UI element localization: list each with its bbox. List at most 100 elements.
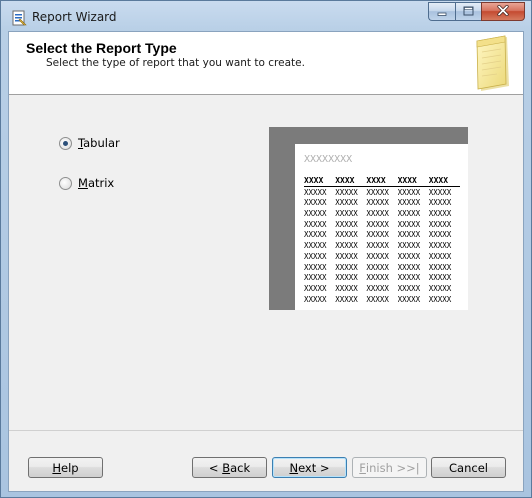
report-preview: XXXXXXXX XXXX XXXX XXXX XXXX XXXX XXXXX XXXXX X…: [269, 127, 468, 310]
matrix-access-key: M: [78, 176, 88, 190]
preview-cell: XXXXX: [304, 187, 327, 197]
preview-cell: XXXXX: [304, 294, 327, 304]
preview-header-cell: XXXX: [428, 176, 449, 185]
radio-matrix-label[interactable]: Matrix: [78, 176, 114, 190]
preview-row: XXXXX XXXXX XXXXX XXXXX XXXXX: [304, 230, 460, 241]
preview-row: XXXXX XXXXX XXXXX XXXXX XXXXX: [304, 284, 460, 295]
preview-cell: XXXXX: [428, 283, 452, 293]
preview-row: XXXXX XXXXX XXXXX XXXXX XXXXX: [304, 263, 460, 274]
preview-grid: XXXX XXXX XXXX XXXX XXXX XXXXX XXXXX XXXXX XXXXX…: [304, 176, 460, 305]
preview-cell: XXXXX: [397, 262, 421, 272]
preview-header-row: XXXX XXXX XXXX XXXX XXXX: [304, 176, 460, 187]
preview-cell: XXXXX: [366, 187, 389, 197]
finish-label-rest: inish >>|: [365, 460, 420, 475]
preview-cell: XXXXX: [366, 283, 389, 293]
preview-cell: XXXXX: [304, 262, 327, 272]
wizard-footer: Help < Back Next > Finish >>| Cancel: [9, 430, 523, 491]
preview-cell: XXXXX: [335, 209, 358, 219]
page-title: Select the Report Type: [26, 40, 177, 56]
close-icon: [497, 4, 509, 19]
preview-cell: XXXXX: [397, 230, 421, 240]
cancel-button[interactable]: Cancel: [431, 457, 506, 478]
preview-cell: XXXXX: [397, 187, 421, 197]
preview-cell: XXXXX: [428, 241, 452, 251]
preview-cell: XXXXX: [397, 209, 421, 219]
report-wizard-icon: [11, 10, 27, 26]
preview-header-cell: XXXX: [366, 176, 386, 185]
preview-title: XXXXXXXX: [304, 154, 353, 165]
radio-selected-dot: [63, 140, 68, 146]
radio-tabular[interactable]: Tabular: [59, 136, 120, 150]
help-access-key: H: [52, 460, 62, 475]
preview-cell: XXXXX: [397, 241, 421, 251]
radio-matrix-button[interactable]: [59, 176, 72, 190]
preview-cell: XXXXX: [366, 294, 389, 304]
preview-cell: XXXXX: [397, 251, 421, 261]
radio-matrix[interactable]: Matrix: [59, 176, 114, 190]
back-access-key: B: [222, 460, 231, 475]
preview-cell: XXXXX: [304, 230, 327, 240]
minimize-button[interactable]: [428, 2, 455, 21]
preview-page: XXXXXXXX XXXX XXXX XXXX XXXX XXXX XXXXX XXXXX X…: [295, 144, 468, 310]
preview-cell: XXXXX: [335, 187, 358, 197]
minimize-icon: [437, 5, 447, 19]
preview-header-cell: XXXX: [397, 176, 417, 185]
next-button[interactable]: Next >: [272, 457, 347, 478]
preview-cell: XXXXX: [304, 209, 327, 219]
preview-row: XXXXX XXXXX XXXXX XXXXX XXXXX: [304, 273, 460, 284]
maximize-icon: [463, 5, 474, 19]
cancel-label: Cancel: [449, 460, 488, 475]
preview-cell: XXXXX: [366, 251, 389, 261]
preview-cell: XXXXX: [428, 273, 452, 283]
back-button[interactable]: < Back: [192, 457, 267, 478]
preview-cell: XXXXX: [335, 219, 358, 229]
preview-cell: XXXXX: [335, 241, 358, 251]
preview-header-cell: XXXX: [304, 176, 324, 185]
radio-tabular-button[interactable]: [59, 136, 72, 150]
preview-cell: XXXXX: [428, 219, 452, 229]
close-button[interactable]: [481, 2, 525, 21]
preview-cell: XXXXX: [397, 283, 421, 293]
notepad-icon: [473, 34, 513, 92]
preview-cell: XXXXX: [428, 230, 452, 240]
preview-cell: XXXXX: [397, 294, 421, 304]
back-label-rest: ack: [230, 460, 251, 475]
wizard-client-area: Select the Report Type Select the type o…: [8, 31, 524, 492]
preview-cell: XXXXX: [366, 273, 389, 283]
preview-cell: XXXXX: [304, 219, 327, 229]
maximize-button[interactable]: [455, 2, 481, 21]
preview-row: XXXXX XXXXX XXXXX XXXXX XXXXX: [304, 220, 460, 231]
preview-cell: XXXXX: [335, 273, 358, 283]
next-label-rest: ext >: [298, 460, 330, 475]
preview-cell: XXXXX: [335, 251, 358, 261]
preview-row: XXXXX XXXXX XXXXX XXXXX XXXXX: [304, 188, 460, 199]
preview-cell: XXXXX: [304, 198, 327, 208]
page-subtitle: Select the type of report that you want …: [46, 57, 305, 69]
report-wizard-window: Report Wizard Select the Report Type Sel…: [0, 0, 532, 498]
caption-buttons: [428, 2, 525, 22]
preview-cell: XXXXX: [366, 209, 389, 219]
preview-cell: XXXXX: [428, 187, 452, 197]
preview-cell: XXXXX: [397, 219, 421, 229]
next-access-key: N: [289, 460, 299, 475]
radio-tabular-label[interactable]: Tabular: [78, 136, 120, 150]
preview-row: XXXXX XXXXX XXXXX XXXXX XXXXX: [304, 295, 460, 306]
preview-cell: XXXXX: [304, 273, 327, 283]
finish-button[interactable]: Finish >>|: [352, 457, 427, 478]
window-title: Report Wizard: [32, 10, 117, 24]
wizard-header: Select the Report Type Select the type o…: [9, 32, 523, 95]
matrix-label-rest: atrix: [87, 176, 115, 190]
preview-cell: XXXXX: [428, 251, 452, 261]
preview-cell: XXXXX: [428, 294, 452, 304]
preview-cell: XXXXX: [428, 198, 452, 208]
preview-cell: XXXXX: [366, 198, 389, 208]
title-bar[interactable]: Report Wizard: [1, 1, 531, 31]
preview-row: XXXXX XXXXX XXXXX XXXXX XXXXX: [304, 198, 460, 209]
preview-cell: XXXXX: [335, 294, 358, 304]
help-button[interactable]: Help: [28, 457, 103, 478]
preview-cell: XXXXX: [428, 209, 452, 219]
preview-cell: XXXXX: [304, 283, 327, 293]
back-prefix: <: [208, 460, 223, 475]
preview-cell: XXXXX: [335, 230, 358, 240]
preview-cell: XXXXX: [304, 251, 327, 261]
